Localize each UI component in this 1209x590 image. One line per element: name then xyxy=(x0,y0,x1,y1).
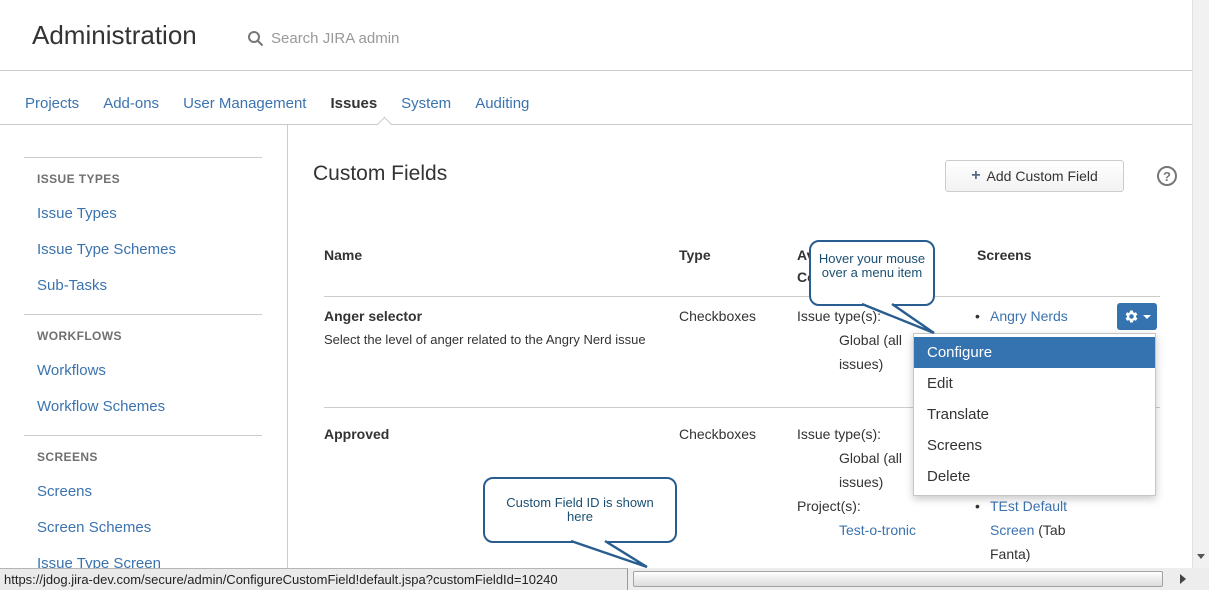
menu-item-edit[interactable]: Edit xyxy=(914,368,1155,399)
sidebar-item-sub-tasks[interactable]: Sub-Tasks xyxy=(37,278,287,294)
custom-field-name: Approved xyxy=(324,422,389,446)
menu-item-screens[interactable]: Screens xyxy=(914,430,1155,461)
custom-field-name: Anger selector xyxy=(324,304,422,328)
screens-list-item: •TEst Default Screen (Tab Fanta) xyxy=(973,494,1093,566)
sidebar-heading-issue-types: ISSUE TYPES xyxy=(37,172,287,186)
context-label: Project(s): xyxy=(797,494,977,518)
menu-item-translate[interactable]: Translate xyxy=(914,399,1155,430)
nav-tab-issues[interactable]: Issues xyxy=(330,95,377,112)
sidebar: ISSUE TYPES Issue Types Issue Type Schem… xyxy=(0,125,288,568)
admin-nav: Projects Add-ons User Management Issues … xyxy=(25,95,529,112)
sidebar-item-workflows[interactable]: Workflows xyxy=(37,363,287,379)
callout-hover-menu: Hover your mouse over a menu item xyxy=(809,240,935,306)
column-header-type: Type xyxy=(679,244,711,266)
page-title: Custom Fields xyxy=(313,162,447,186)
table-header-divider xyxy=(324,296,1160,297)
page-header-title: Administration xyxy=(32,20,197,51)
vertical-scrollbar[interactable] xyxy=(1192,0,1209,568)
sidebar-divider xyxy=(24,314,262,315)
sidebar-item-issue-type-schemes[interactable]: Issue Type Schemes xyxy=(37,242,287,258)
nav-tab-auditing[interactable]: Auditing xyxy=(475,95,529,112)
sidebar-item-screen-schemes[interactable]: Screen Schemes xyxy=(37,520,287,536)
search-icon xyxy=(247,30,264,47)
add-custom-field-button[interactable]: + Add Custom Field xyxy=(945,160,1124,192)
bottom-bar: https://jdog.jira-dev.com/secure/admin/C… xyxy=(0,568,1209,590)
callout-custom-field-id: Custom Field ID is shown here xyxy=(483,477,677,543)
sidebar-item-screens[interactable]: Screens xyxy=(37,484,287,500)
sidebar-item-issue-types[interactable]: Issue Types xyxy=(37,206,287,222)
help-icon[interactable]: ? xyxy=(1157,166,1177,186)
horizontal-scrollbar-thumb[interactable] xyxy=(633,571,1163,587)
sidebar-divider xyxy=(24,435,262,436)
menu-item-configure[interactable]: Configure xyxy=(914,337,1155,368)
nav-tab-user-management[interactable]: User Management xyxy=(183,95,306,112)
column-header-screens: Screens xyxy=(977,244,1031,266)
nav-tab-addons[interactable]: Add-ons xyxy=(103,95,159,112)
admin-search[interactable] xyxy=(247,30,451,47)
sidebar-item-workflow-schemes[interactable]: Workflow Schemes xyxy=(37,399,287,415)
screen-link-angry-nerds[interactable]: Angry Nerds xyxy=(990,308,1068,324)
bullet: • xyxy=(975,494,980,518)
sidebar-heading-workflows: WORKFLOWS xyxy=(37,329,287,343)
header-divider xyxy=(0,70,1192,71)
sidebar-item-issue-type-screen[interactable]: Issue Type Screen xyxy=(37,556,287,568)
project-link-test-o-tronic[interactable]: Test-o-tronic xyxy=(839,522,916,538)
nav-tab-projects[interactable]: Projects xyxy=(25,95,79,112)
active-tab-notch xyxy=(377,117,393,133)
chevron-down-icon xyxy=(1143,315,1151,319)
actions-dropdown-menu: Configure Edit Translate Screens Delete xyxy=(913,333,1156,496)
scroll-down-arrow-icon[interactable] xyxy=(1197,554,1205,559)
custom-field-type: Checkboxes xyxy=(679,422,756,446)
sidebar-heading-screens: SCREENS xyxy=(37,450,287,464)
add-custom-field-label: Add Custom Field xyxy=(987,168,1098,184)
cog-actions-button[interactable] xyxy=(1117,303,1157,330)
plus-icon: + xyxy=(971,168,980,184)
bullet: • xyxy=(975,304,980,328)
column-header-name: Name xyxy=(324,244,362,266)
callout-tail xyxy=(563,540,655,570)
jira-admin-page: Administration Projects Add-ons User Man… xyxy=(0,0,1209,590)
menu-item-delete[interactable]: Delete xyxy=(914,461,1155,492)
search-input[interactable] xyxy=(271,30,451,47)
status-url: https://jdog.jira-dev.com/secure/admin/C… xyxy=(0,568,628,590)
scroll-right-arrow-icon[interactable] xyxy=(1180,574,1186,584)
sidebar-divider xyxy=(24,157,262,158)
screens-list-item: • Angry Nerds xyxy=(973,304,1113,328)
callout-tail xyxy=(856,303,940,336)
custom-field-type: Checkboxes xyxy=(679,304,756,328)
custom-field-description: Select the level of anger related to the… xyxy=(324,329,669,351)
gear-icon xyxy=(1124,309,1139,324)
nav-tab-system[interactable]: System xyxy=(401,95,451,112)
